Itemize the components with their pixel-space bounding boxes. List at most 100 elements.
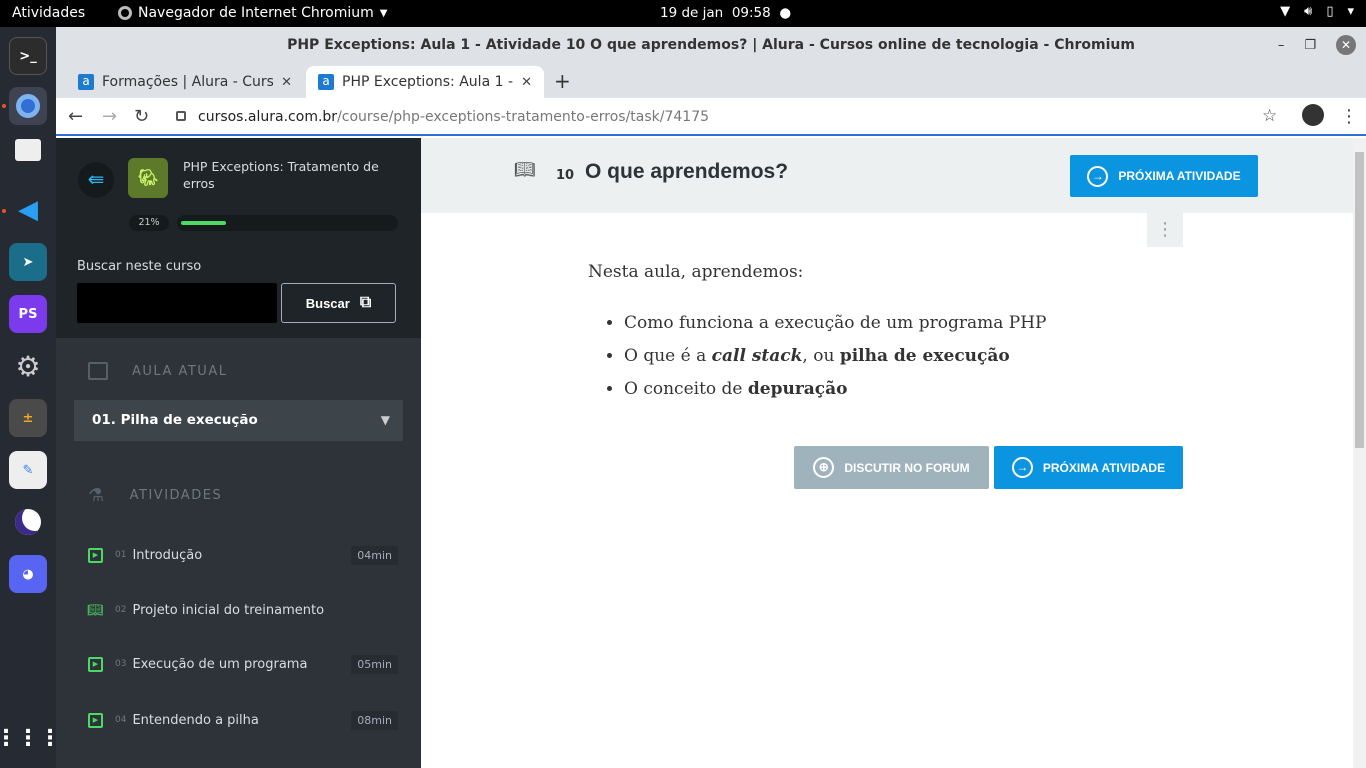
- lock-icon: [176, 111, 186, 121]
- minimize-button[interactable]: –: [1278, 27, 1285, 64]
- maximize-button[interactable]: ❐: [1304, 27, 1316, 64]
- item-text: O conceito de: [624, 379, 748, 399]
- system-top-bar: Atividades Navegador de Internet Chromiu…: [0, 0, 1366, 27]
- url-path: /course/php-exceptions-tratamento-erros/…: [337, 109, 710, 125]
- activity-duration: 08min: [351, 710, 398, 730]
- main-content: 📖︎ 10 O que aprendemos? → PRÓXIMA ATIVIDA…: [421, 138, 1353, 768]
- video-icon: ▶: [88, 656, 103, 672]
- search-label: Buscar neste curso: [77, 259, 202, 274]
- item-text: , ou: [802, 346, 840, 366]
- video-icon: ▶: [88, 712, 103, 728]
- lesson-select[interactable]: 01. Pilha de execução ▼: [74, 400, 403, 441]
- window-titlebar: PHP Exceptions: Aula 1 - Atividade 10 O …: [56, 27, 1366, 63]
- scrollbar-thumb[interactable]: [1355, 152, 1364, 448]
- moon-app-icon[interactable]: [9, 503, 47, 541]
- tab-label: Formações | Alura - Cursos: [102, 74, 274, 90]
- activity-title: Projeto inicial do treinamento: [132, 602, 325, 618]
- video-icon: ▶: [88, 547, 103, 563]
- power-menu-icon: ▾: [1347, 4, 1354, 19]
- activity-title: Introdução: [132, 547, 203, 563]
- activity-duration: 04min: [351, 545, 398, 565]
- wifi-icon: ▼: [1280, 4, 1291, 19]
- text-editor-icon[interactable]: ✎: [9, 451, 47, 489]
- progress-percent: 21%: [129, 215, 169, 231]
- running-indicator: [2, 209, 6, 213]
- battery-icon: ▯: [1326, 4, 1334, 19]
- browser-menu-icon[interactable]: ⋮: [1340, 106, 1358, 127]
- url-host: cursos.alura.com.br: [198, 109, 338, 125]
- forward-button[interactable]: →: [102, 106, 117, 127]
- discord-icon[interactable]: ◕: [9, 555, 47, 593]
- item-strong: depuração: [747, 379, 848, 399]
- show-applications-icon[interactable]: ⋮⋮⋮: [0, 719, 61, 757]
- profile-avatar[interactable]: [1302, 104, 1324, 126]
- vscode-icon[interactable]: ◀: [9, 191, 47, 229]
- phpstorm-icon[interactable]: PS: [9, 295, 47, 333]
- page-scrollbar[interactable]: [1353, 138, 1366, 768]
- window-title: PHP Exceptions: Aula 1 - Atividade 10 O …: [287, 37, 1135, 53]
- activity-item[interactable]: ▶ 03 Execução de um programa 05min: [88, 654, 398, 674]
- php-elephant-logo: 🐘︎: [128, 158, 168, 198]
- volume-icon: 🔊︎: [1304, 4, 1313, 19]
- item-emphasis: call stack: [711, 346, 803, 366]
- files-icon[interactable]: [15, 139, 41, 161]
- calculator-icon[interactable]: ±: [9, 399, 47, 437]
- options-menu-icon[interactable]: ⋮: [1147, 213, 1183, 247]
- next-activity-button-bottom[interactable]: → PRÓXIMA ATIVIDADE: [994, 446, 1183, 489]
- activity-number: 03: [115, 659, 127, 669]
- book-icon: 📖︎: [87, 602, 104, 618]
- item-strong: pilha de execução: [839, 346, 1010, 366]
- caret-down-icon: ▼: [379, 7, 388, 19]
- bookmark-star-icon[interactable]: ☆: [1262, 106, 1277, 126]
- browser-window: PHP Exceptions: Aula 1 - Atividade 10 O …: [56, 27, 1366, 768]
- activity-number: 04: [115, 715, 127, 725]
- activity-header: 📖︎ 10 O que aprendemos? → PRÓXIMA ATIVIDA…: [421, 138, 1353, 213]
- running-indicator: [2, 104, 6, 108]
- activity-item[interactable]: 📖︎ 02 Projeto inicial do treinamento: [87, 600, 398, 620]
- back-button[interactable]: ←: [68, 106, 83, 127]
- app-menu[interactable]: Navegador de Internet Chromium ▼: [118, 5, 387, 21]
- chromium-icon[interactable]: [9, 87, 47, 125]
- forum-label: DISCUTIR NO FORUM: [844, 460, 970, 475]
- external-link-icon: ⧉: [359, 294, 372, 311]
- section-label: AULA ATUAL: [132, 363, 228, 379]
- tab-php-exceptions[interactable]: a PHP Exceptions: Aula 1 - Atividade ✕: [306, 66, 544, 98]
- course-search-input[interactable]: [77, 283, 277, 323]
- tab-strip: a Formações | Alura - Cursos ✕ a PHP Exc…: [56, 63, 1366, 98]
- reload-button[interactable]: ↻: [134, 106, 149, 127]
- activity-body: Nesta aula, aprendemos: Como funciona a …: [588, 262, 1046, 412]
- learned-list: Como funciona a execução de um programa …: [588, 313, 1046, 399]
- next-activity-label: PRÓXIMA ATIVIDADE: [1118, 169, 1241, 183]
- close-tab-icon[interactable]: ✕: [521, 75, 532, 90]
- activity-item[interactable]: ▶ 04 Entendendo a pilha 08min: [88, 710, 398, 730]
- new-tab-button[interactable]: +: [554, 69, 571, 93]
- learned-item: O que é a call stack, ou pilha de execuç…: [624, 346, 1046, 366]
- notification-dot-icon: ●: [779, 5, 792, 21]
- tab-label: PHP Exceptions: Aula 1 - Atividade: [342, 74, 514, 90]
- book-icon: 📖︎: [514, 160, 536, 180]
- progress-fill: [181, 221, 226, 225]
- activity-item[interactable]: ▶ 01 Introdução 04min: [88, 545, 398, 565]
- system-tray[interactable]: ▼ 🔊︎ ▯ ▾: [1280, 4, 1354, 19]
- clock[interactable]: 19 de jan 09:58 ●: [660, 5, 791, 21]
- terminal-icon[interactable]: >_: [9, 37, 47, 75]
- back-to-course-button[interactable]: ⇚: [78, 162, 114, 198]
- learned-item: O conceito de depuração: [624, 379, 1046, 399]
- next-activity-button-top[interactable]: → PRÓXIMA ATIVIDADE: [1070, 155, 1258, 197]
- store-icon[interactable]: ➤: [9, 243, 47, 281]
- section-label: ATIVIDADES: [129, 488, 223, 503]
- lifebuoy-icon: ⊕: [813, 457, 835, 478]
- next-activity-label: PRÓXIMA ATIVIDADE: [1042, 460, 1166, 475]
- tab-formacoes[interactable]: a Formações | Alura - Cursos ✕: [66, 66, 304, 98]
- close-tab-icon[interactable]: ✕: [281, 75, 292, 90]
- arrow-right-circle-icon: →: [1011, 457, 1033, 478]
- activities-button[interactable]: Atividades: [12, 5, 85, 21]
- search-button[interactable]: Buscar ⧉: [281, 283, 396, 323]
- lesson-icon: [88, 362, 108, 380]
- discuss-forum-button[interactable]: ⊕ DISCUTIR NO FORUM: [794, 446, 989, 489]
- settings-icon[interactable]: ⚙: [9, 347, 47, 385]
- address-bar[interactable]: cursos.alura.com.br/course/php-exception…: [166, 103, 1278, 131]
- close-window-button[interactable]: ✕: [1336, 35, 1356, 55]
- activity-number: 10: [556, 168, 575, 183]
- activity-duration: 05min: [351, 654, 398, 674]
